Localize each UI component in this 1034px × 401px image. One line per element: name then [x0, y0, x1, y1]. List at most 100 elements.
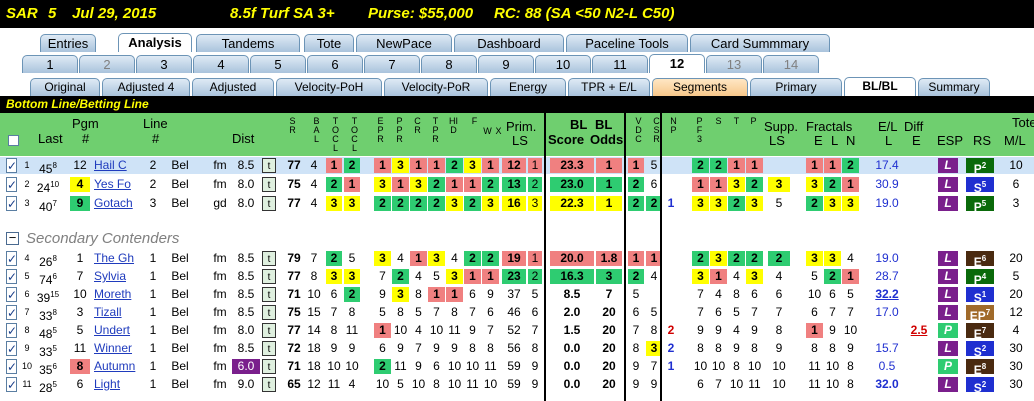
- np: [664, 377, 678, 392]
- section-band: Bottom Line/Betting Line: [0, 96, 1034, 113]
- rank-cell: 10: [411, 377, 426, 391]
- horse-name-link[interactable]: The Gh: [94, 251, 146, 266]
- surface: fm: [213, 305, 227, 319]
- rank-cell: 2: [392, 196, 409, 211]
- supp-ls: 2: [768, 251, 790, 266]
- rank-cell: 3: [374, 177, 391, 192]
- table-row[interactable]: ✓ 4 268 1 The Gh 1 Bel fm 8.5 t 79 7 2 5 3 4 1 3 4 2 2 19 1 20.…: [0, 250, 1034, 269]
- race-tab-11[interactable]: 11: [592, 55, 648, 73]
- table-row[interactable]: ✓ 5 746 7 Sylvia 1 Bel fm 8.5 t 77 8 3 3 7 2 4 5 3 1 1 23 2 16.…: [0, 268, 1034, 287]
- race-tab-9[interactable]: 9: [478, 55, 534, 73]
- tab-tote[interactable]: Tote: [304, 34, 354, 52]
- tocl-a: 10: [327, 359, 341, 373]
- el-value: [870, 323, 904, 338]
- view-tab-segments[interactable]: Segments: [652, 78, 748, 96]
- race-tab-1[interactable]: 1: [22, 55, 78, 73]
- tab-card-summmary[interactable]: Card Summmary: [690, 34, 830, 52]
- view-tab-tpr-e-l[interactable]: TPR + E/L: [568, 78, 650, 96]
- row-checkbox[interactable]: ✓: [6, 359, 17, 374]
- view-tab-summary[interactable]: Summary: [918, 78, 990, 96]
- tab-paceline-tools[interactable]: Paceline Tools: [566, 34, 688, 52]
- tab-newpace[interactable]: NewPace: [356, 34, 452, 52]
- table-row[interactable]: ✓ 3 407 9 Gotach 3 Bel gd 8.0 t 77 4 3 3 2 2 2 2 3 2 3 16 3 22.…: [0, 195, 1034, 214]
- tab-analysis[interactable]: Analysis: [118, 33, 192, 52]
- fractal-cell: 6: [829, 287, 836, 301]
- row-checkbox[interactable]: ✓: [6, 269, 17, 284]
- row-checkbox[interactable]: ✓: [6, 177, 17, 192]
- tab-dashboard[interactable]: Dashboard: [454, 34, 564, 52]
- view-tab-bl-bl[interactable]: BL/BL: [844, 77, 916, 96]
- rank-cell: 7: [487, 323, 494, 337]
- program-number: 1: [76, 251, 84, 265]
- rank-cell: 1: [374, 158, 391, 173]
- horse-name-link[interactable]: Yes Fo: [94, 177, 146, 192]
- row-checkbox[interactable]: ✓: [6, 158, 17, 173]
- race-tab-12[interactable]: 12: [649, 54, 705, 73]
- view-tab-velocity-por[interactable]: Velocity-PoR: [384, 78, 488, 96]
- view-tab-adjusted[interactable]: Adjusted: [192, 78, 274, 96]
- table-row[interactable]: ✓ 10 356 8 Autumn 1 Bel fm 6.0 t 71 18 10 10 2 11 9 6 10 10…: [0, 358, 1034, 377]
- view-tab-primary[interactable]: Primary: [750, 78, 842, 96]
- horse-name-link[interactable]: Undert: [94, 323, 146, 338]
- row-checkbox[interactable]: ✓: [6, 196, 17, 211]
- horse-name-link[interactable]: Tizall: [94, 305, 146, 320]
- rank-cell: 1: [482, 158, 499, 173]
- race-tab-2[interactable]: 2: [79, 55, 135, 73]
- view-tab-velocity-poh[interactable]: Velocity-PoH: [276, 78, 382, 96]
- table-row[interactable]: ✓ 1 458 12 Hail C 2 Bel fm 8.5 t 77 4 1 2 1 3 1 1 2 3 1 12 1 23…: [0, 157, 1034, 176]
- race-tab-3[interactable]: 3: [136, 55, 192, 73]
- row-checkbox[interactable]: ✓: [6, 251, 17, 266]
- tab-tandems[interactable]: Tandems: [196, 34, 300, 52]
- race-tab-5[interactable]: 5: [250, 55, 306, 73]
- table-row[interactable]: ✓ 8 485 5 Undert 1 Bel fm 8.0 t 77 14 8 11 1 10 4 10 11 9 7 5…: [0, 322, 1034, 341]
- row-checkbox[interactable]: ✓: [6, 341, 17, 356]
- table-row[interactable]: ✓ 6 3915 10 Moreth 1 Bel fm 8.5 t 71 10 6 2 9 3 8 1 1 6 9 37 5…: [0, 286, 1034, 305]
- bl-odds: 1: [596, 177, 622, 192]
- horse-name-link[interactable]: Hail C: [94, 158, 146, 173]
- horse-name-link[interactable]: Winner: [94, 341, 146, 356]
- tab-entries[interactable]: Entries: [40, 34, 96, 52]
- race-tab-7[interactable]: 7: [364, 55, 420, 73]
- track: Bel: [171, 177, 189, 191]
- race-tab-4[interactable]: 4: [193, 55, 249, 73]
- table-row[interactable]: ✓ 7 338 3 Tizall 1 Bel fm 8.5 t 75 15 7 8 5 8 5 7 8 7 6 46 6 2.…: [0, 304, 1034, 323]
- table-row[interactable]: ✓ 11 285 6 Light 1 Bel fm 9.0 t 65 12 11 4 10 5 10 8 10 11 1…: [0, 376, 1034, 395]
- view-tab-energy[interactable]: Energy: [490, 78, 566, 96]
- header-ppr: PPR: [396, 116, 403, 144]
- fractal-cell: 8: [847, 359, 854, 373]
- rank-cell: 1: [446, 287, 463, 302]
- view-tab-original[interactable]: Original: [30, 78, 100, 96]
- fractal-cell: 5: [811, 269, 818, 283]
- race-tab-6[interactable]: 6: [307, 55, 363, 73]
- program-number: 8: [70, 359, 90, 374]
- horse-name-link[interactable]: Moreth: [94, 287, 146, 302]
- rank-cell: 1: [374, 323, 391, 338]
- horse-name-link[interactable]: Light: [94, 377, 146, 392]
- collapse-group-button[interactable]: −: [6, 231, 19, 245]
- race-tab-8[interactable]: 8: [421, 55, 477, 73]
- row-checkbox[interactable]: ✓: [6, 305, 17, 320]
- vdc: 2: [628, 177, 644, 192]
- tocl-a: 8: [330, 323, 338, 337]
- horse-name-link[interactable]: Gotach: [94, 196, 146, 211]
- row-checkbox[interactable]: ✓: [6, 377, 17, 392]
- select-all-checkbox[interactable]: [8, 135, 19, 146]
- table-row[interactable]: ✓ 2 2410 4 Yes Fo 2 Bel fm 8.0 t 75 4 2 1 3 1 3 2 1 1 2 13 2 23…: [0, 176, 1034, 195]
- horse-name-link[interactable]: Sylvia: [94, 269, 146, 284]
- el-value: 15.7: [875, 341, 899, 355]
- race-tab-13[interactable]: 13: [706, 55, 762, 73]
- view-tab-adjusted-4[interactable]: Adjusted 4: [102, 78, 190, 96]
- race-tab-10[interactable]: 10: [535, 55, 591, 73]
- row-checkbox[interactable]: ✓: [6, 287, 17, 302]
- rank-cell: 9: [415, 359, 422, 373]
- rank-cell: 2: [410, 196, 427, 211]
- header-line: Line: [143, 116, 168, 131]
- vdc: 7: [632, 323, 640, 337]
- prim-ls: 56: [507, 341, 521, 355]
- horse-name-link[interactable]: Autumn: [94, 359, 146, 374]
- tocl-a: 9: [330, 341, 338, 355]
- race-tab-14[interactable]: 14: [763, 55, 819, 73]
- row-checkbox[interactable]: ✓: [6, 323, 17, 338]
- table-row[interactable]: ✓ 9 335 11 Winner 1 Bel fm 8.5 t 72 18 9 9 6 9 7 9 9 8 8 56 8 0…: [0, 340, 1034, 359]
- esp-badge: L: [938, 177, 958, 192]
